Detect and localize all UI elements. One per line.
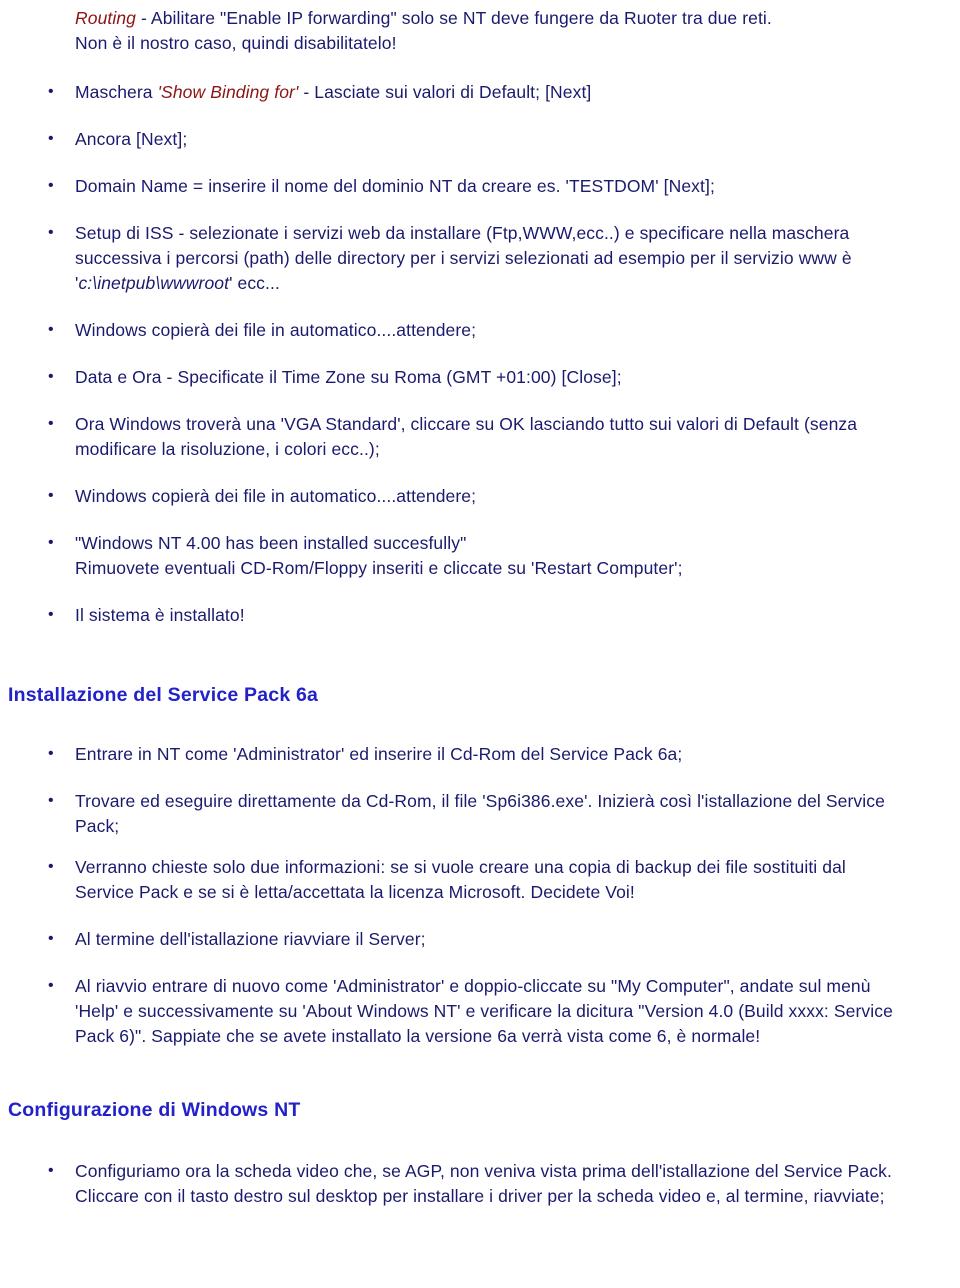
section-heading-service-pack: Installazione del Service Pack 6a [8, 684, 319, 706]
intro-paragraph-line1-rest: - Abilitare "Enable IP forwarding" solo … [136, 8, 772, 28]
list-item: Windows copierà dei file in automatico..… [0, 317, 960, 343]
show-binding-for-emphasis: 'Show Binding for' [157, 82, 299, 102]
section-heading-configurazione: Configurazione di Windows NT [8, 1099, 301, 1121]
list-item: Setup di ISS - selezionate i servizi web… [0, 220, 960, 296]
document-page: Routing - Abilitare "Enable IP forwardin… [0, 0, 960, 1288]
list-item: Ancora [Next]; [0, 126, 960, 152]
installation-steps-list: Maschera 'Show Binding for' - Lasciate s… [0, 79, 960, 628]
list-item: Il sistema è installato! [0, 602, 960, 628]
intro-paragraph-block: Routing - Abilitare "Enable IP forwardin… [0, 0, 960, 56]
list-item: Data e Ora - Specificate il Time Zone su… [0, 364, 960, 390]
configuration-steps-list: Configuriamo ora la scheda video che, se… [0, 1158, 960, 1209]
service-pack-steps-list: Entrare in NT come 'Administrator' ed in… [0, 741, 960, 1049]
wwwroot-path: c:\inetpub\wwwroot [78, 273, 230, 293]
intro-paragraph-line2: Non è il nostro caso, quindi disabilitat… [75, 33, 397, 53]
list-item: Entrare in NT come 'Administrator' ed in… [0, 741, 960, 767]
intro-paragraph-line1: Routing - Abilitare "Enable IP forwardin… [75, 6, 900, 31]
list-item: Al riavvio entrare di nuovo come 'Admini… [0, 973, 960, 1049]
list-item: Ora Windows troverà una 'VGA Standard', … [0, 411, 960, 462]
step-suffix: - Lasciate sui valori di Default; [Next] [298, 82, 592, 102]
list-item: "Windows NT 4.00 has been installed succ… [0, 530, 960, 581]
list-item: Trovare ed eseguire direttamente da Cd-R… [0, 788, 960, 839]
step-prefix: Maschera [75, 82, 158, 102]
routing-keyword: Routing [75, 8, 137, 28]
list-item: Configuriamo ora la scheda video che, se… [0, 1158, 960, 1209]
step-suffix: ' ecc... [229, 273, 280, 293]
list-item: Domain Name = inserire il nome del domin… [0, 173, 960, 199]
list-item: Al termine dell'istallazione riavviare i… [0, 926, 960, 952]
list-item: Maschera 'Show Binding for' - Lasciate s… [0, 79, 960, 105]
list-item: Windows copierà dei file in automatico..… [0, 483, 960, 509]
list-item: Verranno chieste solo due informazioni: … [0, 854, 960, 905]
